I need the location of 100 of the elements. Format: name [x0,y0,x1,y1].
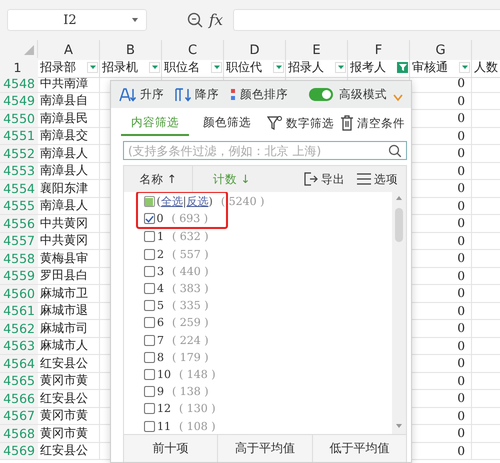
checkbox[interactable] [144,283,155,294]
table-cell: 0 [457,356,465,370]
checkbox[interactable] [144,386,155,398]
table-header: 人数 [474,58,498,76]
table-cell: 0 [457,251,465,266]
table-cell: 黄冈市黄 [40,408,88,424]
table-cell: 中共黄冈 [40,215,88,232]
table-cell: 0 [457,111,465,126]
clear-button[interactable]: 清空条件 [338,115,407,131]
select-link[interactable]: 全选 [160,194,183,210]
options-button[interactable]: 选项 [355,171,400,187]
item-label: 6 [157,316,164,330]
export-button[interactable]: 导出 [300,171,347,187]
filter-dropdown-icon[interactable] [149,62,160,72]
table-cell: 0 [457,391,465,406]
item-count: ( 179 ) [172,350,209,364]
item-label: 5 [157,299,164,312]
filter-preset-button[interactable]: 高于平均值 [218,435,313,462]
checkbox[interactable] [144,266,155,277]
sort-descending-icon [174,86,192,102]
checkbox[interactable] [144,231,155,242]
corner-icon[interactable] [24,45,34,55]
sort-button[interactable]: 升序 [117,86,166,102]
filter-active-icon[interactable] [397,62,408,72]
table-cell: 南漳县人 [40,198,88,214]
column-header[interactable]: C [162,40,224,60]
number-filter-button[interactable]: 数字筛选 [265,115,336,131]
item-label: 7 [157,334,164,347]
item-count: ( 5240 ) [220,195,264,208]
trash-icon [340,115,354,131]
table-cell: 0 [457,216,465,230]
checkbox[interactable] [144,352,155,363]
filter-dropdown-icon[interactable] [273,62,284,72]
table-cell: 0 [457,198,465,213]
column-header[interactable]: D [224,40,286,60]
zoom-icon[interactable] [187,12,203,28]
table-cell: 0 [457,444,465,458]
filter-dropdown-icon[interactable] [335,62,346,72]
table-cell: 0 [457,321,465,336]
filter-dropdown-icon[interactable] [87,62,98,72]
scroll-down-icon[interactable] [396,424,402,428]
table-cell: 红安县公 [40,390,88,407]
table-cell: 0 [457,234,465,248]
toggle-label: 高级模式 [339,87,387,102]
scrollbar-thumb[interactable] [395,208,403,242]
filter-preset-button[interactable]: 低于平均值 [312,435,406,462]
scrollbar[interactable] [392,192,406,434]
checkbox[interactable] [144,213,154,224]
scroll-up-icon[interactable] [396,196,402,200]
table-cell: 0 [457,426,465,440]
table-cell: 黄冈市黄 [40,372,88,390]
export-icon [302,171,318,187]
table-cell: 0 [457,76,465,90]
checkbox[interactable] [144,368,155,380]
sort-ascending-icon [119,86,137,102]
sort-by-name-button[interactable]: 名称 ↑ [137,172,179,186]
checkbox[interactable] [144,334,155,346]
sort-button[interactable]: 降序 [172,86,221,102]
table-cell: 黄冈市黄 [40,425,88,442]
table-header: 审核通 [412,58,448,76]
item-count: ( 632 ) [172,230,209,244]
checkbox[interactable] [144,420,155,432]
column-header[interactable]: A [38,40,100,60]
column-header[interactable]: G [410,40,472,60]
function-button[interactable]: fx [209,11,224,29]
item-count: ( 108 ) [179,420,216,433]
checkbox[interactable] [144,248,155,260]
select-link[interactable]: 反选 [186,194,209,210]
separator: | [182,195,187,208]
table-cell: 南漳县人 [40,162,88,180]
checkbox[interactable] [144,196,154,208]
color-sort-button[interactable]: 颜色排序 [227,86,290,102]
search-field[interactable]: (支持多条件过滤，例如：北京 上海) [123,141,407,160]
checkbox[interactable] [144,300,155,312]
table-cell: 0 [457,304,465,318]
filter-dropdown-icon[interactable] [211,62,222,72]
filter-dropdown-icon[interactable] [459,62,470,72]
toggle-switch[interactable] [309,88,333,101]
column-header[interactable]: B [100,40,162,60]
name-box[interactable]: I2 [7,9,147,31]
item-label: 4 [157,282,164,296]
table-cell: 麻城市司 [40,320,88,337]
item-count: ( 224 ) [172,334,209,347]
item-label: 10 [157,368,171,381]
checkbox[interactable] [144,317,155,328]
table-header: 招录人 [288,58,324,76]
item-label: 9 [157,385,164,398]
formula-field[interactable] [233,9,500,31]
column-header[interactable]: E [286,40,348,60]
column-header[interactable]: F [348,40,410,60]
table-header: 职位名 [164,58,200,76]
filter-preset-button[interactable]: 前十项 [124,435,218,462]
table-cell: 0 [457,408,465,423]
table-cell: 麻城市卫 [40,285,88,302]
tab[interactable]: 内容筛选 [121,110,189,136]
checkbox[interactable] [144,403,155,414]
item-count: ( 440 ) [172,264,209,278]
table-cell: 0 [457,181,465,196]
table-header: 招录机 [102,58,138,76]
tab[interactable]: 颜色筛选 [193,110,261,136]
